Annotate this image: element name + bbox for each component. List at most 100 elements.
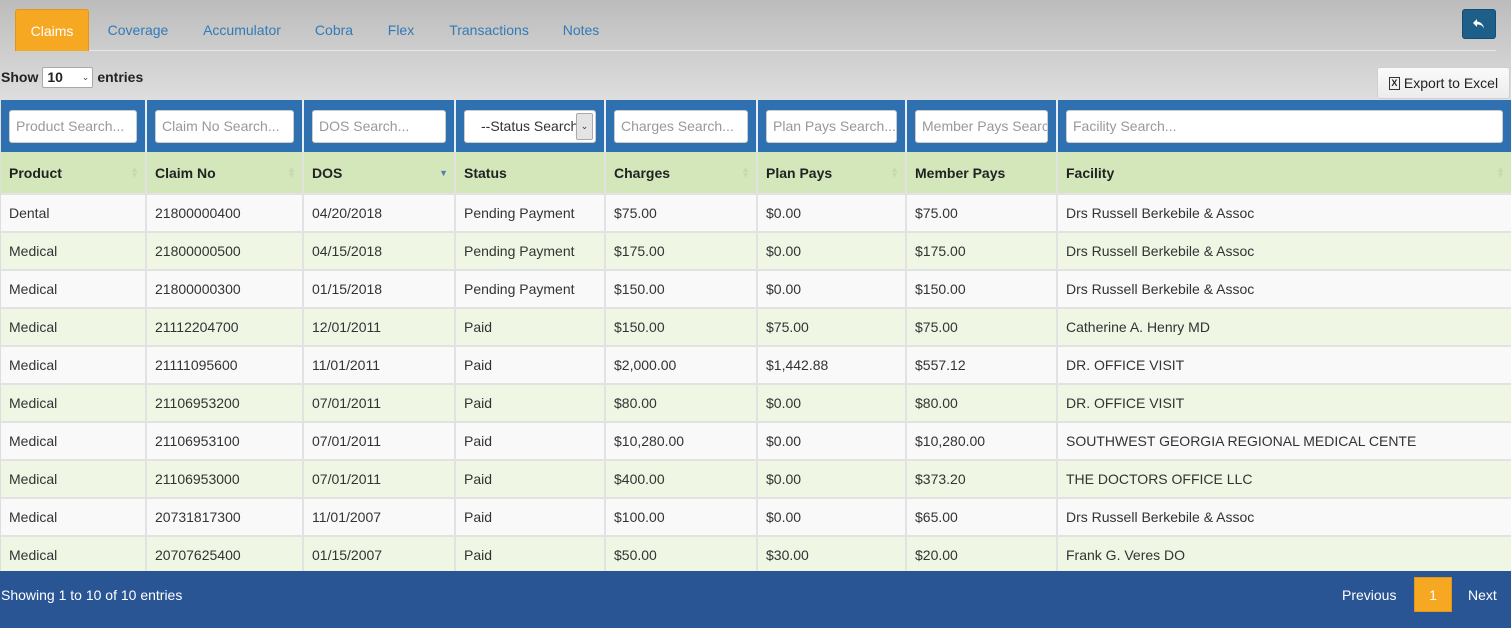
cell-charges: $75.00 [606,195,758,231]
plan-pays-search-input[interactable]: Plan Pays Search... [766,109,897,143]
column-header-claim-no[interactable]: Claim No ▲ ▼ [147,152,304,193]
facility-search-input[interactable]: Facility Search... [1066,109,1503,143]
cell-product: Dental [1,195,147,231]
cell-status: Paid [456,385,606,421]
column-header-member-pays[interactable]: Member Pays [907,152,1058,193]
cell-facility: THE DOCTORS OFFICE LLC [1066,471,1253,487]
cell-claim-no: 21800000400 [147,195,304,231]
reply-arrow-icon [1473,19,1484,29]
column-header-label: Charges [614,164,671,181]
pagination-next[interactable]: Next [1468,587,1497,603]
cell-claim-no: 21111095600 [147,347,304,383]
facility-search-cell: Facility Search... [1058,100,1511,152]
product-search-cell: Product Search... [1,100,147,152]
column-header-plan-pays[interactable]: Plan Pays ▲ ▼ [758,152,907,193]
cell-member-pays: $175.00 [907,233,1058,269]
cell-plan-pays: $0.00 [758,499,907,535]
column-header-charges[interactable]: Charges ▲ ▼ [606,152,758,193]
cell-claim-no: 21106953200 [147,385,304,421]
table-row[interactable]: Medical 21106953200 07/01/2011 Paid $80.00 $0… [1,383,1511,421]
table-row[interactable]: Medical 21800000500 04/15/2018 Pending Paym… [1,231,1511,269]
table-header-row: Product ▲ ▼ Claim No ▲ ▼ DOS ▼ Status Charges… [1,152,1511,193]
status-search-value: --Status Search-- [481,118,588,134]
cell-claim-no: 21106953000 [147,461,304,497]
cell-product: Medical [1,423,147,459]
entries-per-page-select[interactable]: 10 ⌄ [42,66,94,88]
cell-plan-pays: $0.00 [758,423,907,459]
cell-charges: $10,280.00 [606,423,758,459]
cell-charges: $400.00 [606,461,758,497]
table-row[interactable]: Medical 21800000300 01/15/2018 Pending Paym… [1,269,1511,307]
table-row[interactable]: Medical 20707625400 01/15/2007 Paid $50.00 $3… [1,535,1511,573]
tab-bar: Claims Coverage Accumulator Cobra Flex T… [15,9,1496,51]
status-search-select[interactable]: --Status Search-- ⌄ [464,109,596,143]
cell-dos: 04/20/2018 [304,195,456,231]
tab-cobra[interactable]: Cobra [310,9,358,51]
cell-facility: SOUTHWEST GEORGIA REGIONAL MEDICAL CENTE [1066,433,1417,449]
tab-notes[interactable]: Notes [559,9,603,51]
sort-icon: ▲ ▼ [741,164,750,180]
tab-transactions[interactable]: Transactions [444,9,534,51]
cell-charges: $175.00 [606,233,758,269]
column-header-facility[interactable]: Facility ▲ ▼ [1058,152,1511,193]
claims-table: Product Search... Claim No Search... DOS… [1,100,1511,573]
column-header-dos[interactable]: DOS ▼ [304,152,456,193]
cell-dos: 04/15/2018 [304,233,456,269]
tab-flex[interactable]: Flex [383,9,419,51]
dos-search-input[interactable]: DOS Search... [312,109,446,143]
column-search-row: Product Search... Claim No Search... DOS… [1,100,1511,152]
table-row[interactable]: Medical 21112204700 12/01/2011 Paid $150.00 $… [1,307,1511,345]
column-header-label: Claim No [155,164,216,181]
column-header-label: Plan Pays [766,164,833,181]
column-header-product[interactable]: Product ▲ ▼ [1,152,147,193]
tab-coverage[interactable]: Coverage [102,9,174,51]
cell-charges: $150.00 [606,309,758,345]
cell-plan-pays: $0.00 [758,385,907,421]
cell-facility: Frank G. Veres DO [1066,547,1186,563]
cell-dos: 01/15/2007 [304,537,456,573]
tab-accumulator[interactable]: Accumulator [199,9,285,51]
cell-claim-no: 20707625400 [147,537,304,573]
cell-plan-pays: $0.00 [758,461,907,497]
length-menu: Show 10 ⌄ entries [1,66,143,88]
charges-search-input[interactable]: Charges Search... [614,109,748,143]
pagination-page-1[interactable]: 1 [1414,577,1452,612]
cell-status: Pending Payment [456,195,606,231]
claim-no-search-input[interactable]: Claim No Search... [155,109,294,143]
cell-member-pays: $150.00 [907,271,1058,307]
member-pays-search-input[interactable]: Member Pays Search... [915,109,1048,143]
sort-icon: ▲ ▼ [890,164,899,180]
column-header-label: Status [464,164,507,181]
product-search-input[interactable]: Product Search... [9,109,137,143]
column-header-status[interactable]: Status [456,152,606,193]
cell-dos: 11/01/2007 [304,499,456,535]
member-pays-search-cell: Member Pays Search... [907,100,1058,152]
chevron-down-icon: ⌄ [576,112,593,140]
table-row[interactable]: Medical 21111095600 11/01/2011 Paid $2,000.0… [1,345,1511,383]
cell-dos: 01/15/2018 [304,271,456,307]
cell-product: Medical [1,461,147,497]
table-body: Dental 21800000400 04/20/2018 Pending Payme… [1,193,1511,573]
back-button[interactable] [1462,9,1496,39]
entries-per-page-value: 10 [47,69,63,85]
claim-no-search-cell: Claim No Search... [147,100,304,152]
cell-charges: $100.00 [606,499,758,535]
sort-icon: ▲ ▼ [287,164,296,180]
table-row[interactable]: Dental 21800000400 04/20/2018 Pending Payme… [1,193,1511,231]
export-label: Export to Excel [1403,75,1499,91]
cell-member-pays: $80.00 [907,385,1058,421]
cell-status: Paid [456,461,606,497]
tab-claims[interactable]: Claims [15,9,89,51]
table-row[interactable]: Medical 20731817300 11/01/2007 Paid $100.00 $… [1,497,1511,535]
excel-file-icon: X [1388,76,1400,90]
table-info: Showing 1 to 10 of 10 entries [1,587,183,603]
table-row[interactable]: Medical 21106953000 07/01/2011 Paid $400.00 $… [1,459,1511,497]
table-row[interactable]: Medical 21106953100 07/01/2011 Paid $10,280.… [1,421,1511,459]
cell-product: Medical [1,385,147,421]
cell-status: Pending Payment [456,233,606,269]
cell-dos: 12/01/2011 [304,309,456,345]
pagination-previous[interactable]: Previous [1342,587,1396,603]
export-excel-button[interactable]: X Export to Excel [1377,67,1510,99]
charges-search-cell: Charges Search... [606,100,758,152]
cell-charges: $50.00 [606,537,758,573]
